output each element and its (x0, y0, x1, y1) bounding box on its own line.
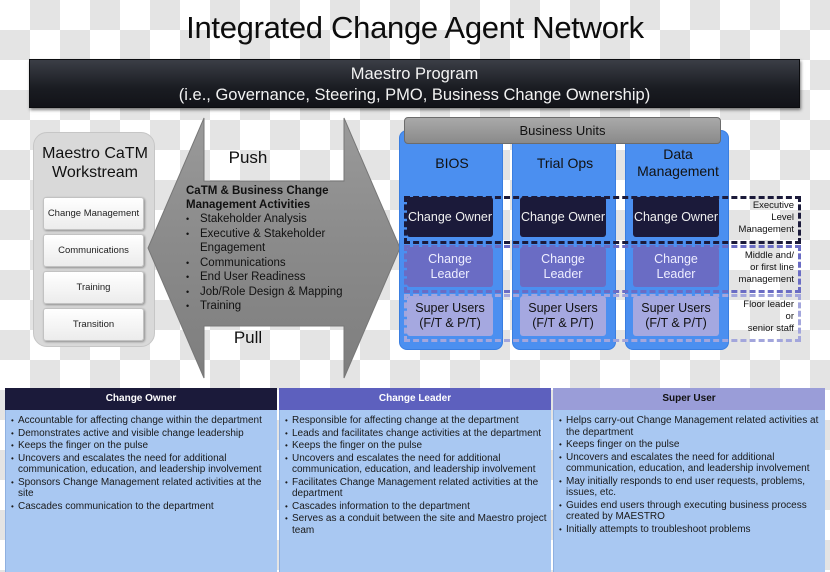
change-leader-box[interactable]: Change Leader (407, 247, 493, 287)
business-unit-name: Trial Ops (536, 155, 594, 171)
description-list: Helps carry-out Change Management relate… (559, 415, 821, 536)
description-item: Helps carry-out Change Management relate… (559, 415, 821, 438)
page-title: Integrated Change Agent Network (186, 10, 644, 45)
description-header: Change Owner (5, 388, 277, 410)
super-user-description: Super User Helps carry-out Change Manage… (553, 388, 825, 572)
description-item: Leads and facilitates change activities … (285, 428, 547, 440)
business-unit-trial-ops: Trial Ops Change Owner Change Leader Sup… (512, 130, 616, 350)
business-units-header: Business Units (404, 117, 721, 144)
activity-item: Communications (186, 256, 391, 271)
level-label-line: senior staff (747, 323, 794, 334)
description-item: Sponsors Change Management related activ… (11, 477, 273, 500)
change-leader-description: Change Leader Responsible for affecting … (279, 388, 551, 572)
description-item: Accountable for affecting change within … (11, 415, 273, 427)
activity-item: Job/Role Design & Mapping (186, 285, 391, 300)
level-label-line: Executive (752, 200, 794, 211)
description-item: Keeps finger on the pulse (559, 439, 821, 451)
pull-label: Pull (233, 328, 263, 347)
description-item: Uncovers and escalates the need for addi… (285, 453, 547, 476)
workstream-item-communications[interactable]: Communications (43, 234, 144, 267)
description-header: Change Leader (279, 388, 551, 410)
description-list: Responsible for affecting change at the … (285, 415, 547, 536)
push-label: Push (228, 148, 268, 167)
activities-panel: CaTM & Business Change Management Activi… (186, 184, 391, 314)
super-users-box[interactable]: Super Users (F/T & P/T) (633, 296, 719, 336)
change-owner-box[interactable]: Change Owner (633, 197, 719, 237)
business-unit-bios: BIOS Change Owner Change Leader Super Us… (399, 130, 503, 350)
business-unit-name: Data Management (637, 146, 719, 179)
super-users-box[interactable]: Super Users (F/T & P/T) (407, 296, 493, 336)
activity-item: End User Readiness (186, 270, 391, 285)
super-users-box[interactable]: Super Users (F/T & P/T) (520, 296, 606, 336)
program-name: Maestro Program (350, 65, 479, 83)
level-label-line: Level (771, 212, 794, 223)
level-label-line: Middle and/ (744, 250, 794, 261)
business-unit-data-management: Data Management Change Owner Change Lead… (625, 130, 729, 350)
activity-item: Executive & Stakeholder Engagement (186, 227, 391, 256)
description-body: Responsible for affecting change at the … (279, 410, 551, 572)
change-owner-box[interactable]: Change Owner (407, 197, 493, 237)
level-label-line: or (785, 311, 794, 322)
level-label-line: or first line (750, 262, 794, 273)
workstream-item-change-management[interactable]: Change Management (43, 197, 144, 230)
program-scope: (i.e., Governance, Steering, PMO, Busine… (178, 86, 651, 104)
program-banner: Maestro Program (i.e., Governance, Steer… (29, 59, 800, 108)
level-label-line: Floor leader (743, 299, 794, 310)
change-leader-box[interactable]: Change Leader (633, 247, 719, 287)
description-item: Demonstrates active and visible change l… (11, 428, 273, 440)
description-item: Keeps the finger on the pulse (11, 440, 273, 452)
description-item: Keeps the finger on the pulse (285, 440, 547, 452)
description-item: Cascades information to the department (285, 501, 547, 513)
change-leader-box[interactable]: Change Leader (520, 247, 606, 287)
description-body: Accountable for affecting change within … (5, 410, 277, 572)
workstream-item-transition[interactable]: Transition (43, 308, 144, 341)
workstream-panel: Maestro CaTM Workstream Change Managemen… (33, 132, 155, 347)
description-list: Accountable for affecting change within … (11, 415, 273, 513)
description-item: May initially responds to end user reque… (559, 476, 821, 499)
activity-item: Training (186, 299, 391, 314)
activity-item: Stakeholder Analysis (186, 212, 391, 227)
workstream-title-line1: Maestro CaTM (42, 145, 148, 162)
level-label-line: management (738, 274, 794, 285)
activities-title: CaTM & Business Change Management Activi… (186, 185, 329, 211)
description-item: Uncovers and escalates the need for addi… (11, 453, 273, 476)
change-owner-description: Change Owner Accountable for affecting c… (5, 388, 277, 572)
description-item: Initially attempts to troubleshoot probl… (559, 524, 821, 536)
level-label-middle: Middle and/ or first line management (728, 250, 794, 286)
workstream-title-line2: Workstream (52, 164, 138, 181)
change-owner-box[interactable]: Change Owner (520, 197, 606, 237)
description-body: Helps carry-out Change Management relate… (553, 410, 825, 572)
description-header: Super User (553, 388, 825, 410)
description-item: Facilitates Change Management related ac… (285, 477, 547, 500)
description-item: Uncovers and escalates the need for addi… (559, 452, 821, 475)
description-item: Guides end users through executing busin… (559, 500, 821, 523)
level-label-line: Management (738, 224, 794, 235)
level-label-floor: Floor leader or senior staff (728, 299, 794, 335)
activities-list: Stakeholder Analysis Executive & Stakeho… (186, 212, 391, 314)
level-label-executive: Executive Level Management (728, 200, 794, 236)
description-item: Responsible for affecting change at the … (285, 415, 547, 427)
workstream-title: Maestro CaTM Workstream (34, 144, 156, 182)
business-unit-name: BIOS (435, 155, 469, 171)
workstream-item-training[interactable]: Training (43, 271, 144, 304)
description-item: Cascades communication to the department (11, 501, 273, 513)
description-item: Serves as a conduit between the site and… (285, 513, 547, 536)
